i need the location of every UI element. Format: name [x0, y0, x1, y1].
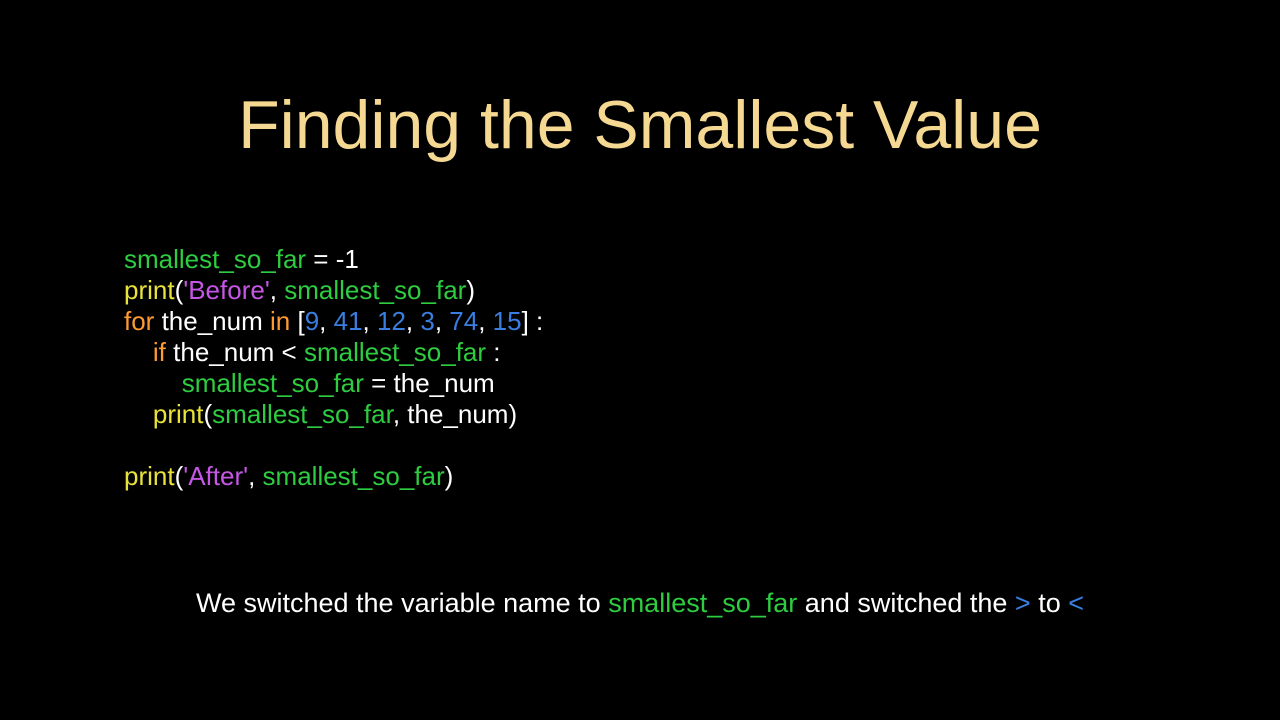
- code-token: 74: [449, 306, 478, 336]
- code-token: 15: [493, 306, 522, 336]
- code-token: =: [306, 244, 336, 274]
- code-token: 9: [305, 306, 319, 336]
- code-token: ,: [406, 306, 420, 336]
- code-token: ,: [363, 306, 377, 336]
- caption-var: smallest_so_far: [608, 588, 797, 618]
- code-token: (: [175, 461, 184, 491]
- code-token: smallest_so_far: [124, 244, 306, 274]
- code-token: , the_num): [393, 399, 517, 429]
- code-token: 'After': [183, 461, 248, 491]
- code-token: smallest_so_far: [284, 275, 466, 305]
- caption-text: We switched the variable name to: [196, 588, 608, 618]
- code-token: the_num: [154, 306, 270, 336]
- code-token: 12: [377, 306, 406, 336]
- code-token: ,: [478, 306, 492, 336]
- code-token: 'Before': [183, 275, 270, 305]
- code-token: if: [153, 337, 166, 367]
- code-token: [124, 399, 153, 429]
- code-token: 41: [334, 306, 363, 336]
- code-token: ): [466, 275, 475, 305]
- code-token: = the_num: [364, 368, 495, 398]
- code-token: print: [124, 461, 175, 491]
- code-token: smallest_so_far: [304, 337, 486, 367]
- code-token: [: [290, 306, 304, 336]
- code-token: (: [175, 275, 184, 305]
- code-token: ] :: [522, 306, 544, 336]
- code-token: ): [445, 461, 454, 491]
- code-token: -1: [336, 244, 359, 274]
- code-token: smallest_so_far: [182, 368, 364, 398]
- caption-op-lt: <: [1068, 588, 1084, 618]
- code-token: [124, 337, 153, 367]
- code-token: the_num <: [166, 337, 304, 367]
- code-token: print: [124, 275, 175, 305]
- caption: We switched the variable name to smalles…: [0, 588, 1280, 619]
- code-token: smallest_so_far: [212, 399, 393, 429]
- caption-text: to: [1031, 588, 1069, 618]
- code-token: print: [153, 399, 204, 429]
- code-token: ,: [270, 275, 284, 305]
- code-token: for: [124, 306, 154, 336]
- code-token: 3: [420, 306, 434, 336]
- slide-title: Finding the Smallest Value: [0, 86, 1280, 164]
- code-token: :: [486, 337, 500, 367]
- caption-op-gt: >: [1015, 588, 1031, 618]
- code-token: ,: [319, 306, 333, 336]
- code-token: in: [270, 306, 290, 336]
- code-token: [124, 368, 182, 398]
- code-token: ,: [435, 306, 449, 336]
- code-token: (: [203, 399, 212, 429]
- slide: Finding the Smallest Value smallest_so_f…: [0, 0, 1280, 720]
- code-token: smallest_so_far: [263, 461, 445, 491]
- code-block: smallest_so_far = -1 print('Before', sma…: [124, 244, 543, 492]
- caption-text: and switched the: [797, 588, 1015, 618]
- code-token: ,: [248, 461, 262, 491]
